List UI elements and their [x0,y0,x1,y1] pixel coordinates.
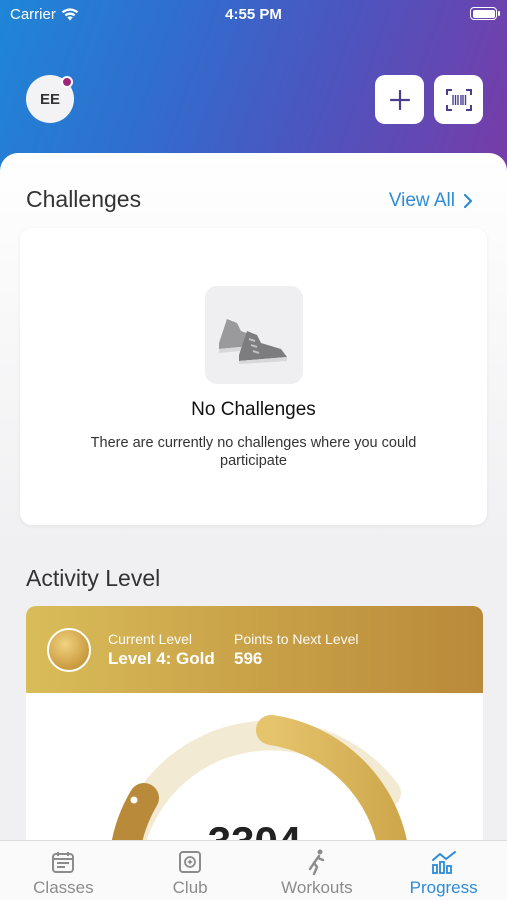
empty-state-title: No Challenges [191,399,316,420]
tab-progress-label: Progress [409,878,478,897]
points-to-next-level: Points to Next Level 596 [234,631,359,669]
tab-club[interactable]: Club [127,841,254,900]
challenges-card: No Challenges There are currently no cha… [20,228,487,525]
scan-barcode-button[interactable] [434,75,483,124]
bar-chart-icon [431,851,456,874]
current-level-value: Level 4: Gold [108,649,215,668]
view-all-link[interactable]: View All [389,190,473,212]
tab-club-label: Club [172,878,208,897]
avatar-initials: EE [39,90,60,108]
club-icon [179,851,202,873]
barcode-scan-icon [445,88,472,111]
plus-icon [389,89,410,110]
tab-bar: Classes Club Workouts Progress [0,840,507,900]
view-all-label: View All [388,190,455,211]
battery-icon [470,7,500,20]
status-bar: Carrier 4:55 PM [0,0,507,30]
tab-workouts-label: Workouts [281,878,353,897]
activity-level-title: Activity Level [26,565,161,591]
level-header: Current Level Level 4: Gold Points to Ne… [26,606,483,693]
calendar-icon [52,852,75,873]
chevron-right-icon [463,193,473,209]
status-time: 4:55 PM [225,6,282,23]
points-next-label: Points to Next Level [234,631,359,647]
current-level: Current Level Level 4: Gold [108,631,215,669]
current-level-label: Current Level [108,631,193,647]
tab-workouts[interactable]: Workouts [254,841,381,900]
gold-medal-icon [47,628,91,672]
points-next-value: 596 [234,649,263,668]
notification-dot [61,76,73,88]
tab-classes[interactable]: Classes [0,841,127,900]
challenges-title: Challenges [26,186,142,212]
activity-level-card[interactable]: Current Level Level 4: Gold Points to Ne… [26,606,483,856]
avatar[interactable]: EE [26,75,74,123]
tab-classes-label: Classes [33,878,94,897]
empty-state-description: There are currently no challenges where … [90,435,417,469]
add-button[interactable] [375,75,424,124]
workout-figure-icon [308,849,325,875]
sneakers-icon-box [205,286,303,384]
sneakers-icon [219,319,287,364]
tab-progress[interactable]: Progress [380,841,507,900]
